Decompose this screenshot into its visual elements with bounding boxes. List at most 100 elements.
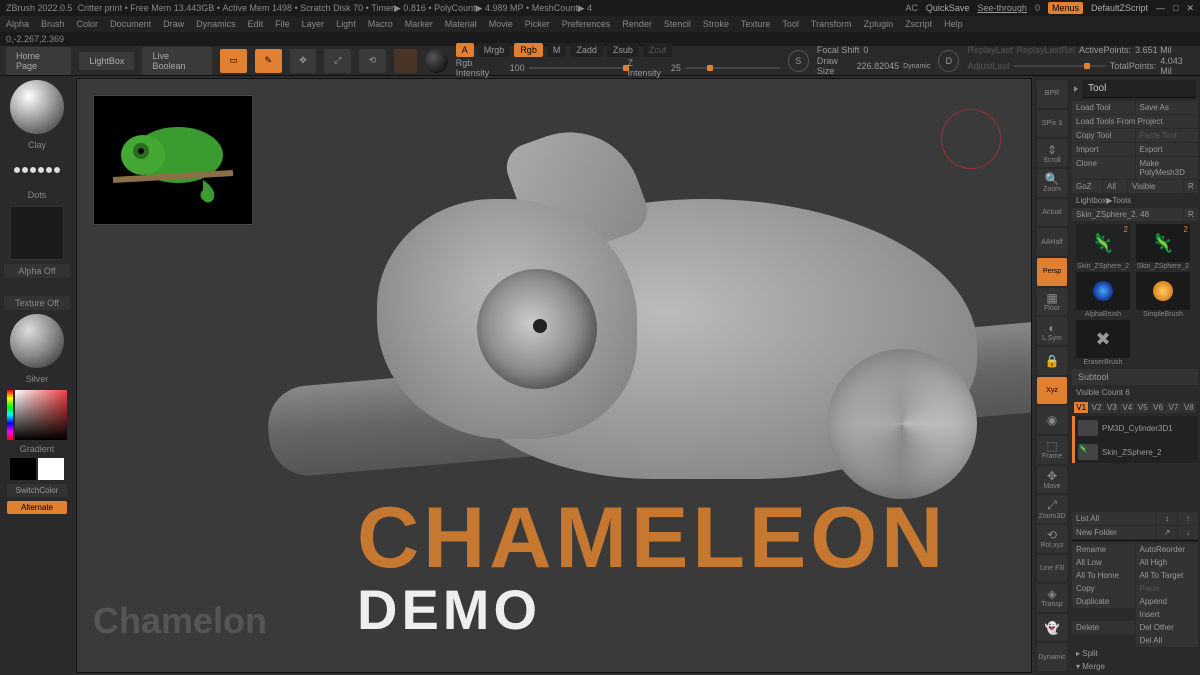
menu-color[interactable]: Color — [77, 19, 99, 29]
tool-item[interactable]: ✖EraserBrush — [1074, 320, 1132, 366]
tool-item[interactable]: SimpleBrush — [1134, 272, 1192, 318]
all-to-target-button[interactable]: All To Target — [1136, 569, 1199, 582]
persp-button[interactable]: Persp — [1037, 258, 1067, 286]
del-all-button[interactable]: Del All — [1136, 634, 1199, 647]
delete-button[interactable]: Delete — [1072, 621, 1135, 634]
menu-document[interactable]: Document — [110, 19, 151, 29]
edit-mode-button[interactable]: ▭ — [220, 49, 247, 73]
frame-button[interactable]: ⬚Frame — [1037, 436, 1067, 464]
merge-section[interactable]: ▾ Merge — [1072, 660, 1198, 673]
menu-layer[interactable]: Layer — [302, 19, 325, 29]
r-button[interactable]: R — [1184, 208, 1198, 221]
skin-name[interactable]: Skin_ZSphere_2. 48 — [1072, 208, 1183, 221]
menu-zplugin[interactable]: Zplugin — [864, 19, 894, 29]
rotate-view-button[interactable]: ⟲Rot.xyz — [1037, 525, 1067, 553]
replay-last-rel-button[interactable]: ReplayLastRel — [1017, 45, 1076, 55]
menus-button[interactable]: Menus — [1048, 2, 1083, 14]
mrgb-mode[interactable]: Mrgb — [478, 43, 511, 57]
live-boolean-button[interactable]: Live Boolean — [142, 47, 212, 75]
tool-item[interactable]: AlphaBrush — [1074, 272, 1132, 318]
import-button[interactable]: Import — [1072, 143, 1135, 156]
export-button[interactable]: Export — [1136, 143, 1199, 156]
menu-render[interactable]: Render — [622, 19, 652, 29]
make-polymesh-button[interactable]: Make PolyMesh3D — [1136, 157, 1199, 179]
vis-tab-4[interactable]: V4 — [1120, 402, 1134, 413]
menu-file[interactable]: File — [275, 19, 290, 29]
alpha-off-button[interactable]: Alpha Off — [4, 264, 70, 278]
menu-help[interactable]: Help — [944, 19, 963, 29]
subtool-item[interactable]: PM3D_Cylinder3D1 — [1072, 416, 1198, 440]
secondary-color-swatch[interactable] — [38, 458, 64, 480]
rgb-intensity-value[interactable]: 100 — [510, 63, 525, 73]
move-mode-button[interactable]: ✥ — [290, 49, 317, 73]
copy-tool-button[interactable]: Copy Tool — [1072, 129, 1135, 142]
vis-tab-7[interactable]: V7 — [1166, 402, 1180, 413]
adjust-last-button[interactable]: AdjustLast — [967, 61, 1009, 71]
del-other-button[interactable]: Del Other — [1136, 621, 1199, 634]
menu-stroke[interactable]: Stroke — [703, 19, 729, 29]
bpr-button[interactable]: BPR — [1037, 80, 1067, 108]
menu-macro[interactable]: Macro — [368, 19, 393, 29]
vis-tab-5[interactable]: V5 — [1136, 402, 1150, 413]
tool-header[interactable]: Tool — [1082, 80, 1196, 98]
menu-light[interactable]: Light — [336, 19, 356, 29]
menu-draw[interactable]: Draw — [163, 19, 184, 29]
arrow-down-icon[interactable]: ↓ — [1178, 526, 1198, 539]
zoom-button[interactable]: 🔍Zoom — [1037, 169, 1067, 197]
stroke-preview-icon[interactable] — [10, 156, 64, 184]
reference-image[interactable] — [93, 95, 253, 225]
all-low-button[interactable]: All Low — [1072, 556, 1135, 569]
subtool-header[interactable]: Subtool — [1072, 369, 1198, 385]
gradient-sphere-icon[interactable] — [425, 49, 448, 73]
zoom3d-button[interactable]: ⤢Zoom3D — [1037, 495, 1067, 523]
quicksave-button[interactable]: QuickSave — [926, 3, 970, 13]
hue-strip[interactable] — [7, 390, 13, 440]
xyz-button[interactable]: Xyz — [1037, 377, 1067, 405]
menu-edit[interactable]: Edit — [248, 19, 264, 29]
copy-subtool-button[interactable]: Copy — [1072, 582, 1135, 595]
goz-button[interactable]: GoZ — [1072, 180, 1102, 193]
material-preview-icon[interactable] — [10, 314, 64, 368]
all-to-home-button[interactable]: All To Home — [1072, 569, 1135, 582]
up-icon[interactable]: ↕ — [1157, 512, 1177, 525]
scroll-button[interactable]: ⇕Scroll — [1037, 139, 1067, 167]
alpha-preview[interactable] — [10, 206, 64, 260]
menu-picker[interactable]: Picker — [525, 19, 550, 29]
rename-button[interactable]: Rename — [1072, 543, 1135, 556]
main-color-swatch[interactable] — [10, 458, 36, 480]
material-swatch[interactable] — [394, 49, 417, 73]
floor-button[interactable]: ▦Floor — [1037, 288, 1067, 316]
focal-shift-value[interactable]: 0 — [863, 45, 868, 55]
rotate-mode-button[interactable]: ⟲ — [359, 49, 386, 73]
menu-stencil[interactable]: Stencil — [664, 19, 691, 29]
dynamic-label[interactable]: Dynamic — [903, 63, 930, 70]
menu-transform[interactable]: Transform — [811, 19, 852, 29]
replay-slider[interactable] — [1014, 65, 1106, 67]
menu-zscript[interactable]: Zscript — [905, 19, 932, 29]
z-intensity-slider[interactable] — [685, 67, 780, 69]
gradient-label[interactable]: Gradient — [20, 444, 55, 454]
tool-item[interactable]: 🦎2Skin_ZSphere_2 — [1074, 224, 1132, 270]
append-button[interactable]: Append — [1136, 595, 1199, 608]
autoreorder-button[interactable]: AutoReorder — [1136, 543, 1199, 556]
goz-r-button[interactable]: R — [1184, 180, 1198, 193]
load-tools-project-button[interactable]: Load Tools From Project — [1072, 115, 1198, 128]
view-button[interactable]: ◉ — [1037, 406, 1067, 434]
curve-s-icon[interactable]: S — [788, 50, 809, 72]
vis-tab-6[interactable]: V6 — [1151, 402, 1165, 413]
menu-alpha[interactable]: Alpha — [6, 19, 29, 29]
paste-tool-button[interactable]: Paste Tool — [1136, 129, 1199, 142]
sv-box[interactable] — [15, 390, 67, 440]
transp-button[interactable]: ◈Transp — [1037, 584, 1067, 612]
menu-dynamics[interactable]: Dynamics — [196, 19, 236, 29]
window-close-icon[interactable]: ✕ — [1186, 3, 1194, 14]
menu-material[interactable]: Material — [445, 19, 477, 29]
vis-tab-1[interactable]: V1 — [1074, 402, 1088, 413]
alternate-button[interactable]: Alternate — [7, 501, 67, 514]
texture-off-button[interactable]: Texture Off — [4, 296, 70, 310]
menu-preferences[interactable]: Preferences — [562, 19, 611, 29]
goz-visible-button[interactable]: Visible — [1128, 180, 1183, 193]
ghost-button[interactable]: 👻 — [1037, 614, 1067, 642]
vis-tab-3[interactable]: V3 — [1105, 402, 1119, 413]
dynamic-button[interactable]: Dynamic — [1037, 643, 1067, 671]
